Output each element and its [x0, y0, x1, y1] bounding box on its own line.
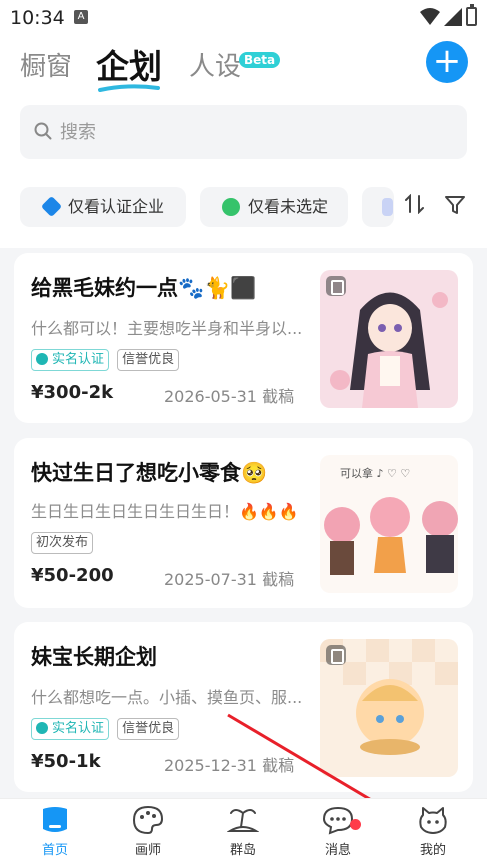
nav-home[interactable]: 首页	[20, 805, 90, 858]
multi-image-icon	[326, 645, 346, 665]
plan-card[interactable]: 快过生日了想吃小零食🥺 生日生日生日生日生日生日！🔥🔥🔥 初次发布 ¥50-20…	[14, 438, 473, 608]
nav-artist[interactable]: 画师	[113, 805, 183, 858]
wifi-icon	[420, 8, 440, 25]
filter-unselected-chip[interactable]: 仅看未选定	[200, 187, 348, 227]
signal-icon	[444, 8, 462, 26]
unread-badge	[350, 819, 361, 830]
search-bar[interactable]	[20, 105, 467, 159]
notification-icon: A	[74, 10, 88, 24]
verified-company-icon	[40, 195, 63, 218]
card-title: 给黑毛妹约一点🐾🐈⬛	[31, 276, 257, 300]
card-thumbnail[interactable]	[320, 639, 458, 777]
plan-card[interactable]: 给黑毛妹约一点🐾🐈⬛ 什么都可以！主要想吃半身和半身以... 实名认证 信誉优良…	[14, 253, 473, 423]
chat-bubble-icon	[322, 806, 354, 835]
card-tags: 初次发布	[31, 531, 96, 554]
search-input[interactable]	[60, 119, 440, 145]
verified-tag: 实名认证	[31, 349, 110, 371]
reputation-tag: 信誉优良	[117, 718, 180, 740]
status-bar: 10:34 A	[0, 0, 487, 34]
card-description: 什么都想吃一点。小插、摸鱼页、服...	[31, 688, 303, 707]
tab-persona[interactable]: 人设	[189, 46, 241, 83]
filter-label: 仅看认证企业	[68, 197, 165, 216]
search-icon	[34, 122, 52, 140]
profile-icon	[419, 807, 447, 834]
nav-label: 首页	[41, 843, 68, 858]
card-tags: 实名认证 信誉优良	[31, 348, 182, 371]
plan-card[interactable]: 妹宝长期企划 什么都想吃一点。小插、摸鱼页、服... 实名认证 信誉优良 ¥50…	[14, 622, 473, 792]
nav-island[interactable]: 群岛	[208, 805, 278, 858]
reputation-tag: 信誉优良	[117, 349, 180, 371]
filter-bar: 仅看认证企业 仅看未选定	[0, 178, 487, 248]
nav-label: 群岛	[229, 843, 256, 858]
card-thumbnail[interactable]	[320, 270, 458, 408]
nav-label: 消息	[324, 843, 351, 858]
search-section	[0, 94, 487, 178]
filter-icon[interactable]	[444, 195, 466, 215]
palette-icon	[132, 805, 164, 835]
active-tab-underline	[98, 84, 160, 92]
card-title: 妹宝长期企划	[31, 645, 157, 669]
more-filter-icon	[382, 198, 393, 216]
card-price: ¥300-2k	[31, 382, 114, 403]
card-thumbnail[interactable]: 可以拿 ♪ ♡ ♡	[320, 455, 458, 593]
card-price: ¥50-200	[31, 565, 114, 586]
card-description: 什么都可以！主要想吃半身和半身以...	[31, 319, 303, 338]
sort-icon[interactable]	[404, 194, 426, 214]
filter-label: 仅看未选定	[248, 197, 329, 216]
card-tags: 实名认证 信誉优良	[31, 717, 182, 740]
verified-tag: 实名认证	[31, 718, 110, 740]
filter-more-chip[interactable]	[362, 187, 394, 227]
nav-messages[interactable]: 消息	[303, 805, 373, 858]
card-deadline: 2025-07-31 截稿	[164, 570, 295, 589]
add-button[interactable]: +	[426, 41, 468, 83]
compass-icon	[222, 198, 240, 216]
chibi-characters-illustration: 可以拿 ♪ ♡ ♡	[320, 455, 458, 593]
card-description: 生日生日生日生日生日生日！🔥🔥🔥	[31, 502, 299, 521]
nav-label: 画师	[134, 843, 161, 858]
tab-showcase[interactable]: 橱窗	[20, 46, 72, 83]
status-time: 10:34	[10, 7, 65, 29]
top-header: 橱窗 企划 人设 Beta +	[0, 34, 487, 94]
beta-badge: Beta	[239, 52, 281, 68]
island-icon	[227, 809, 259, 832]
nav-label: 我的	[419, 843, 446, 858]
svg-text:可以拿 ♪ ♡ ♡: 可以拿 ♪ ♡ ♡	[340, 466, 410, 480]
nav-me[interactable]: 我的	[398, 805, 468, 858]
card-deadline: 2026-05-31 截稿	[164, 387, 295, 406]
home-icon	[43, 807, 67, 832]
multi-image-icon	[326, 276, 346, 296]
tab-plan[interactable]: 企划	[96, 40, 162, 88]
battery-icon	[466, 4, 477, 26]
first-post-tag: 初次发布	[31, 532, 94, 554]
card-deadline: 2025-12-31 截稿	[164, 756, 295, 775]
bottom-navigation: 首页 画师 群岛 消息 我的	[0, 798, 487, 865]
card-price: ¥50-1k	[31, 751, 101, 772]
card-title: 快过生日了想吃小零食🥺	[31, 461, 268, 485]
filter-verified-company-chip[interactable]: 仅看认证企业	[20, 187, 186, 227]
